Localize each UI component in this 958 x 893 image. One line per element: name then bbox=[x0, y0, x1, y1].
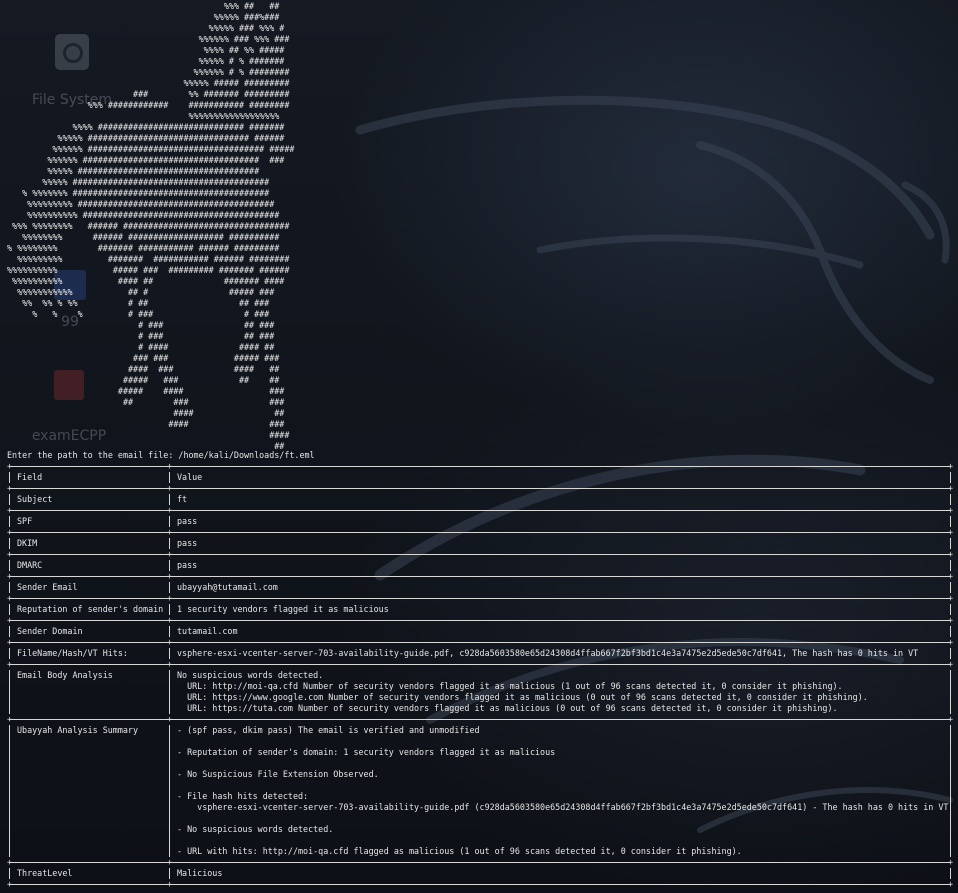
ascii-art-banner: %%% ## ## %%%%% ###%### %%%%% ### %%% # … bbox=[7, 1, 295, 451]
table-border: + + bbox=[7, 659, 953, 670]
table-row: DMARC pass bbox=[7, 560, 953, 571]
value-cell-line bbox=[177, 813, 953, 824]
value-cell-line: - Reputation of sender's domain: 1 secur… bbox=[177, 747, 556, 757]
table-row: Sender Domain tutamail.com bbox=[7, 626, 953, 637]
field-cell: Email Body Analysis bbox=[17, 670, 113, 680]
table-row: FileName/Hash/VT Hits: vsphere-esxi-vcent… bbox=[7, 648, 953, 659]
table-border: + + bbox=[7, 461, 953, 472]
field-cell: Sender Domain bbox=[17, 626, 83, 636]
value-cell-line: - URL with hits: http://moi-qa.cfd flagg… bbox=[177, 846, 742, 856]
value-cell-line: pass bbox=[177, 560, 198, 570]
table-border: + + bbox=[7, 527, 953, 538]
value-cell-line bbox=[177, 835, 953, 846]
value-cell-line: ft bbox=[177, 494, 188, 504]
field-cell: Ubayyah Analysis Summary bbox=[17, 725, 139, 735]
terminal-output[interactable]: %%% ## ## %%%%% ###%### %%%%% ### %%% # … bbox=[0, 0, 958, 893]
table-row: Ubayyah Analysis Summary - (spf pass, dki… bbox=[7, 725, 953, 857]
table-border: + + bbox=[7, 483, 953, 494]
value-cell-line: Value bbox=[177, 472, 203, 482]
table-border: + + bbox=[7, 857, 953, 868]
value-cell-line: URL: https://tuta.com Number of security… bbox=[177, 703, 838, 713]
table-border: + + bbox=[7, 549, 953, 560]
value-cell-line: ubayyah@tutamail.com bbox=[177, 582, 278, 592]
value-cell-line: pass bbox=[177, 516, 198, 526]
field-cell: FileName/Hash/VT Hits: bbox=[17, 648, 128, 658]
field-cell: Field bbox=[17, 472, 43, 482]
table-row: DKIM pass bbox=[7, 538, 953, 549]
table-border: + + bbox=[7, 571, 953, 582]
table-row: Sender Email ubayyah@tutamail.com bbox=[7, 582, 953, 593]
value-cell-line: - File hash hits detected: bbox=[177, 791, 309, 801]
table-row: Email Body Analysis No suspicious words d… bbox=[7, 670, 953, 714]
value-cell-line: URL: http://moi-qa.cfd Number of securit… bbox=[177, 681, 843, 691]
table-border: + + bbox=[7, 505, 953, 516]
table-border: + + bbox=[7, 714, 953, 725]
table-row: Reputation of sender's domain 1 security … bbox=[7, 604, 953, 615]
value-cell-line: pass bbox=[177, 538, 198, 548]
file-path-prompt: Enter the path to the email file: /home/… bbox=[7, 450, 315, 460]
value-cell-line: - No suspicious words detected. bbox=[177, 824, 334, 834]
table-row: ThreatLevel Malicious bbox=[7, 868, 953, 879]
field-cell: DKIM bbox=[17, 538, 38, 548]
value-cell-line: URL: https://www.google.com Number of se… bbox=[177, 692, 868, 702]
field-cell: SPF bbox=[17, 516, 33, 526]
value-cell-line: vsphere-esxi-vcenter-server-703-availabi… bbox=[177, 802, 949, 812]
analysis-table: ++FieldValue++Subjectft++SPFpass++DKIMpa… bbox=[7, 461, 953, 890]
table-border: + + bbox=[7, 637, 953, 648]
table-row: Subject ft bbox=[7, 494, 953, 505]
table-header-row: Field Value bbox=[7, 472, 953, 483]
field-cell: ThreatLevel bbox=[17, 868, 73, 878]
value-cell-line: tutamail.com bbox=[177, 626, 238, 636]
value-cell-line: - (spf pass, dkim pass) The email is ver… bbox=[177, 725, 480, 735]
field-cell: DMARC bbox=[17, 560, 43, 570]
value-cell-line: - No Suspicious File Extension Observed. bbox=[177, 769, 379, 779]
table-border: + + bbox=[7, 615, 953, 626]
field-cell: Sender Email bbox=[17, 582, 78, 592]
value-cell-line bbox=[177, 780, 953, 791]
table-border: + + bbox=[7, 879, 953, 890]
value-cell-line bbox=[177, 758, 953, 769]
value-cell-line: Malicious bbox=[177, 868, 223, 878]
value-cell-line: vsphere-esxi-vcenter-server-703-availabi… bbox=[177, 648, 919, 658]
field-cell: Reputation of sender's domain bbox=[17, 604, 164, 614]
table-border: + + bbox=[7, 593, 953, 604]
value-cell-line: No suspicious words detected. bbox=[177, 670, 324, 680]
value-cell-line bbox=[177, 736, 953, 747]
value-cell-line: 1 security vendors flagged it as malicio… bbox=[177, 604, 389, 614]
field-cell: Subject bbox=[17, 494, 53, 504]
table-row: SPF pass bbox=[7, 516, 953, 527]
